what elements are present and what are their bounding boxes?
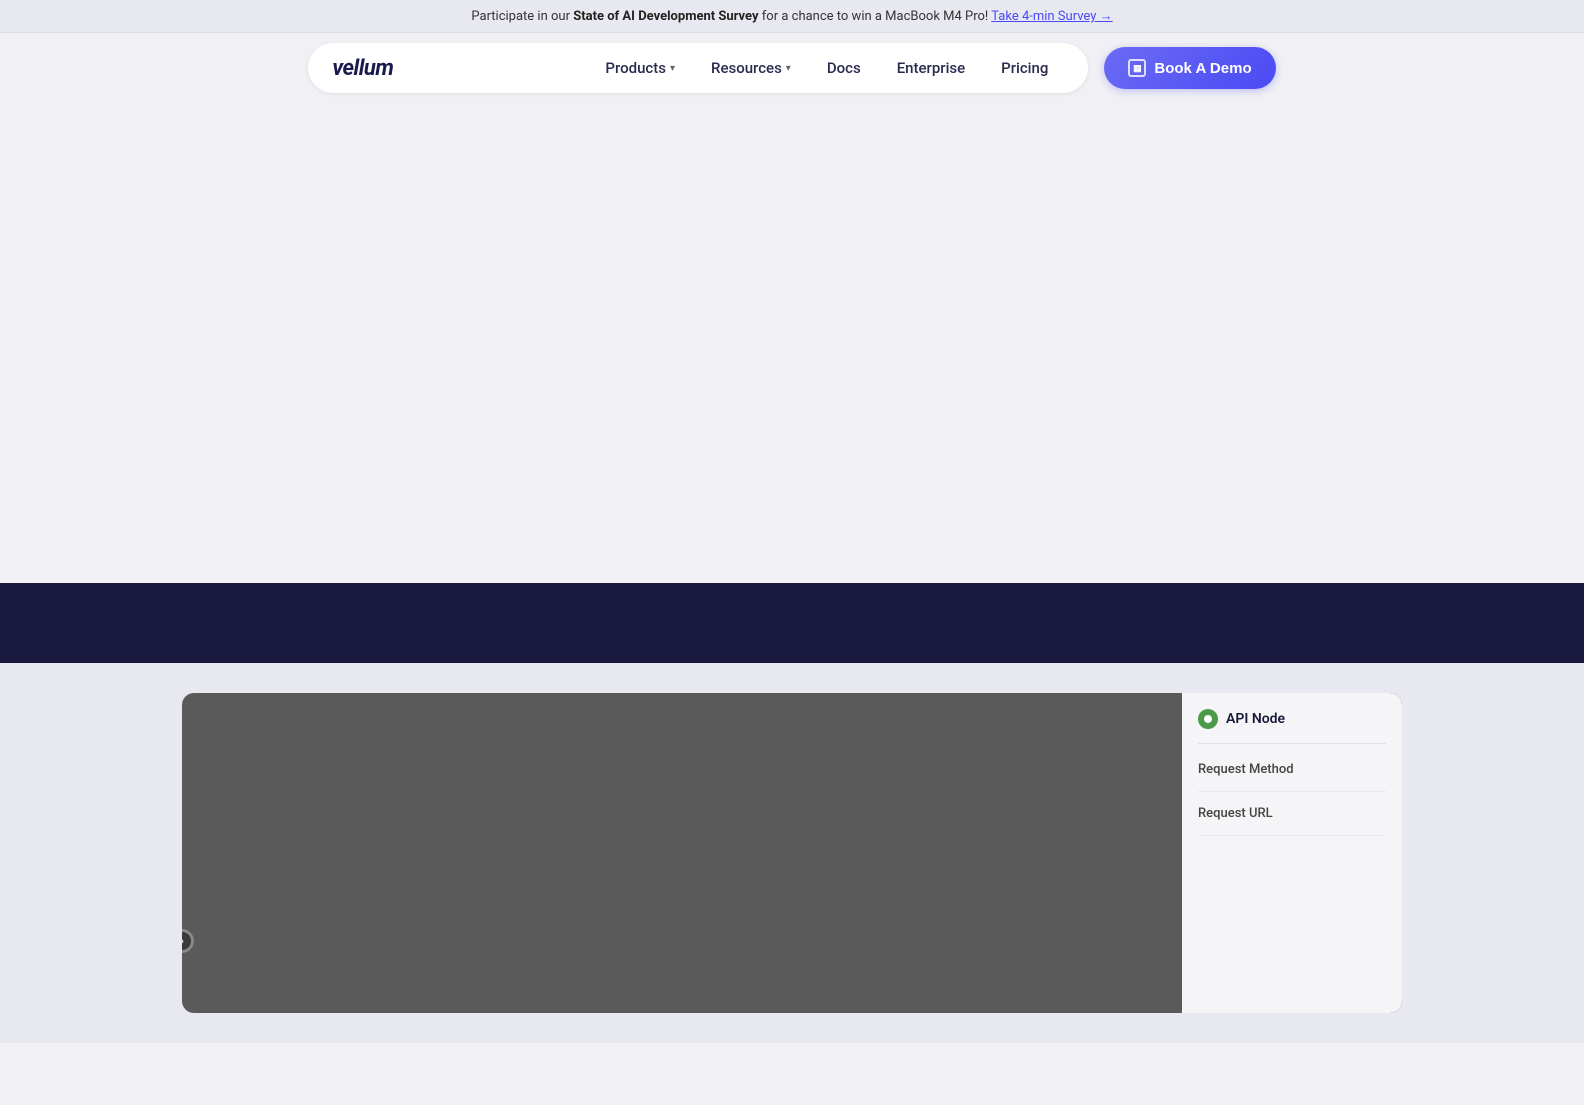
resources-chevron-icon: ▾ — [786, 63, 791, 74]
nav-wrapper: vellum Products ▾ Resources ▾ Docs Enter… — [0, 33, 1584, 103]
bottom-section: API Node Request Method Request URL — [0, 663, 1584, 1043]
products-chevron-icon: ▾ — [670, 63, 675, 74]
announcement-suffix: for a chance to win a MacBook M4 Pro! — [762, 9, 988, 24]
card-container: API Node Request Method Request URL — [182, 693, 1402, 1013]
logo[interactable]: vellum — [332, 56, 393, 81]
connector-circle — [182, 929, 194, 953]
book-demo-button[interactable]: ▦ Book A Demo — [1104, 47, 1275, 89]
api-node-title: API Node — [1226, 711, 1285, 727]
calendar-icon: ▦ — [1128, 59, 1146, 77]
nav-item-pricing[interactable]: Pricing — [985, 51, 1064, 85]
announcement-prefix: Participate in our — [471, 9, 573, 24]
nav-item-enterprise[interactable]: Enterprise — [881, 51, 981, 85]
nav-container: vellum Products ▾ Resources ▾ Docs Enter… — [308, 43, 1088, 93]
nav-links: Products ▾ Resources ▾ Docs Enterprise P… — [589, 51, 1064, 85]
announcement-bold: State of AI Development Survey — [573, 9, 758, 24]
api-node-status-dot — [1198, 709, 1218, 729]
dark-divider — [0, 583, 1584, 663]
api-node-header: API Node — [1198, 709, 1386, 744]
nav-item-products[interactable]: Products ▾ — [589, 51, 691, 85]
nav-item-docs[interactable]: Docs — [811, 51, 877, 85]
api-node-panel: API Node Request Method Request URL — [1182, 693, 1402, 1013]
hero-section — [0, 103, 1584, 583]
survey-link[interactable]: Take 4-min Survey → — [991, 9, 1112, 24]
nav-item-resources[interactable]: Resources ▾ — [695, 51, 807, 85]
api-node-request-url: Request URL — [1198, 792, 1386, 836]
announcement-bar: Participate in our State of AI Developme… — [0, 0, 1584, 33]
api-node-request-method: Request Method — [1198, 748, 1386, 792]
